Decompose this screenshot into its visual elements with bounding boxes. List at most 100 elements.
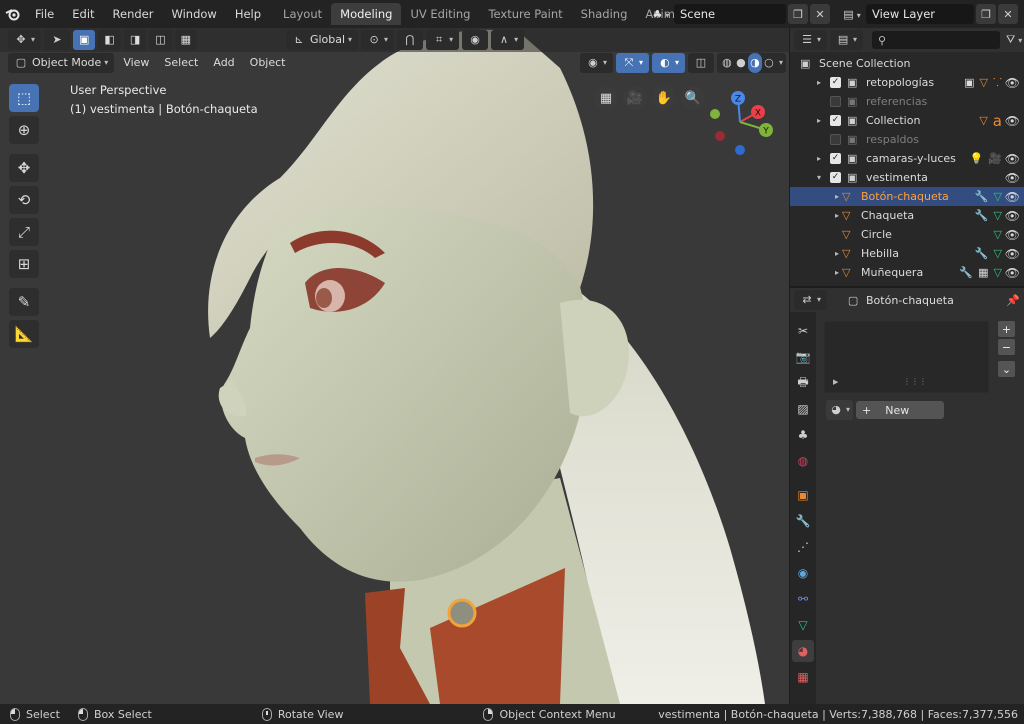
constraints-tab[interactable]: ⚯ [792,588,814,610]
properties-editor-dropdown[interactable]: ⇄ ▾ [794,290,828,310]
outliner-row-chaqueta[interactable]: ▸ ▽ Chaqueta 🔧 ▽ 👁 [790,206,1024,225]
grid-view-icon[interactable]: ▦ [594,86,618,110]
outliner-row-boton-chaqueta[interactable]: ▸ ▽ Botón-chaqueta 🔧 ▽ 👁 [790,187,1024,206]
select-box-mode-button[interactable]: ▣ [73,30,96,50]
eye-icon[interactable]: 👁 [1005,228,1020,242]
tab-uv-editing[interactable]: UV Editing [401,3,479,25]
visibility-checkbox[interactable]: ✓ [830,115,841,126]
eye-icon[interactable]: 👁 [1005,171,1020,185]
new-view-layer-icon[interactable]: ❐ [976,4,996,24]
tab-layout[interactable]: Layout [274,3,331,25]
menu-edit[interactable]: Edit [63,0,103,28]
proportional-edit-toggle[interactable]: ◉ [462,30,489,50]
eye-icon[interactable]: 👁 [1005,247,1020,261]
scene-collection-row[interactable]: ▣ Scene Collection [790,54,1024,73]
visibility-checkbox[interactable]: ✓ [830,77,841,88]
outliner-row-hebilla[interactable]: ▸ ▽ Hebilla 🔧 ▽ 👁 [790,244,1024,263]
eye-icon[interactable]: 👁 [1005,209,1020,223]
view-menu[interactable]: View [117,53,155,73]
expand-arrow[interactable]: ▸ [814,154,824,163]
display-mode-dropdown[interactable]: ☰ ▾ [794,30,828,50]
select-mode-button[interactable]: ➤ [44,30,71,50]
visibility-checkbox[interactable]: ✓ [830,153,841,164]
select-menu[interactable]: Select [158,53,204,73]
outliner-row-vestimenta[interactable]: ▾ ✓ ▣ vestimenta 👁 [790,168,1024,187]
modifiers-tab[interactable]: 🔧 [792,510,814,532]
outliner-search-input[interactable]: ⚲ [872,31,1000,49]
collapse-arrow[interactable]: ▾ [814,173,824,182]
view-layer-tab[interactable]: ▨ [792,398,814,420]
pin-icon[interactable]: 📌 [1006,294,1020,307]
move-tool[interactable]: ✥ [9,154,39,182]
physics-tab[interactable]: ◉ [792,562,814,584]
filter-icon[interactable]: ⛛ ▾ [1006,33,1022,47]
list-expand-arrow[interactable]: ▶ [833,378,838,386]
remove-slot-button[interactable]: − [998,339,1015,355]
new-scene-icon[interactable]: ❐ [788,4,808,24]
outliner-row-respaldos[interactable]: ✓ ▣ respaldos [790,130,1024,149]
render-tab[interactable]: 📷 [792,346,814,368]
menu-render[interactable]: Render [104,0,163,28]
pan-hand-icon[interactable]: ✋ [652,86,676,110]
cursor-tool[interactable]: ⊕ [9,116,39,144]
solid-shading-icon[interactable]: ● [734,53,748,73]
material-slot-list[interactable]: ▶ ⋮⋮⋮ [824,321,989,393]
world-tab[interactable]: ◍ [792,450,814,472]
visibility-checkbox[interactable]: ✓ [830,96,841,107]
scene-tab[interactable]: ♣ [792,424,814,446]
mode-dropdown[interactable]: ▢ Object Mode ▾ [8,53,115,73]
expand-arrow[interactable]: ▸ [814,116,824,125]
menu-help[interactable]: Help [226,0,270,28]
delete-view-layer-icon[interactable]: ✕ [998,4,1018,24]
slot-specials-button[interactable]: ⌄ [998,361,1015,377]
rendered-shading-icon[interactable]: ○ [762,53,776,73]
eye-icon[interactable]: 👁 [1005,266,1020,280]
texture-tab[interactable]: ▦ [792,666,814,688]
menu-window[interactable]: Window [162,0,225,28]
outliner-row-retopologias[interactable]: ▸ ✓ ▣ retopologías ▣ ▽ ⸪ 👁 [790,73,1024,92]
particles-tab[interactable]: ⋰ [792,536,814,558]
view-layer-icon[interactable]: ▤ ▾ [838,8,866,21]
tab-modeling[interactable]: Modeling [331,3,402,25]
overlays-toggle[interactable]: ◐ ▾ [651,53,685,73]
tab-shading[interactable]: Shading [572,3,637,25]
outliner-row-camaras-y-luces[interactable]: ▸ ✓ ▣ camaras-y-luces 💡 🎥 👁 [790,149,1024,168]
camera-view-icon[interactable]: 🎥 [623,86,647,110]
eye-icon[interactable]: 👁 [1005,190,1020,204]
add-menu[interactable]: Add [207,53,240,73]
object-menu[interactable]: Object [244,53,292,73]
outliner-row-munequera[interactable]: ▸ ▽ Muñequera 🔧 ▦ ▽ 👁 [790,263,1024,282]
scale-tool[interactable]: ⤢ [9,218,39,246]
select-subtract-button[interactable]: ◨ [123,30,147,50]
expand-arrow[interactable]: ▸ [832,249,842,258]
eye-icon[interactable]: 👁 [1005,114,1020,128]
blender-logo-icon[interactable] [0,0,26,28]
expand-arrow[interactable]: ▸ [832,268,842,277]
snap-toggle[interactable]: ⋂ [397,30,424,50]
browse-material-dropdown[interactable]: ◕ ▾ [826,400,854,420]
wireframe-shading-icon[interactable]: ◍ [720,53,734,73]
select-invert-button[interactable]: ◫ [149,30,172,50]
editor-type-dropdown[interactable]: ▤ ▾ [830,30,864,50]
view-layer-field[interactable]: View Layer [866,4,974,24]
list-resize-handle[interactable]: ⋮⋮⋮ [903,377,927,386]
select-box-tool[interactable]: ⬚ [9,84,39,112]
visibility-dropdown[interactable]: ◉ ▾ [579,53,613,73]
scene-icon[interactable]: ♣ ▾ [648,8,674,21]
eye-icon[interactable]: 👁 [1005,76,1020,90]
outliner-row-circle[interactable]: ▽ Circle ▽ 👁 [790,225,1024,244]
expand-arrow[interactable]: ▸ [832,211,842,220]
annotate-tool[interactable]: ✎ [9,288,39,316]
material-shading-icon[interactable]: ◑ [747,53,762,73]
data-tab[interactable]: ▽ [792,614,814,636]
tab-texture-paint[interactable]: Texture Paint [479,3,571,25]
rotate-tool[interactable]: ⟲ [9,186,39,214]
expand-arrow[interactable]: ▸ [832,192,842,201]
add-slot-button[interactable]: + [998,321,1015,337]
transform-pivot-button[interactable]: ✥ ▾ [8,30,42,50]
snap-target-dropdown[interactable]: ⌗ ▾ [426,30,460,50]
select-extend-button[interactable]: ◧ [98,30,121,50]
delete-scene-icon[interactable]: ✕ [810,4,830,24]
gizmo-toggle[interactable]: ⤧ ▾ [615,53,649,73]
expand-arrow[interactable]: ▸ [814,78,824,87]
